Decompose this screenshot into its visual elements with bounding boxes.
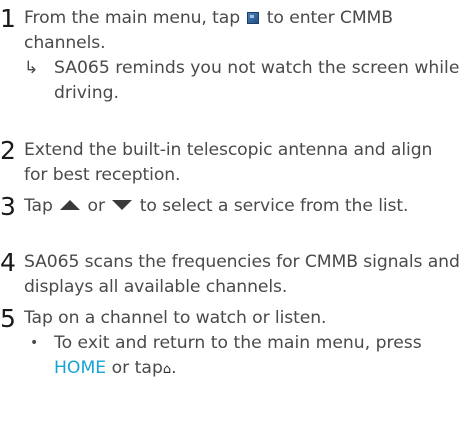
- triangle-down-icon: [112, 200, 133, 210]
- step-number: 3: [0, 192, 16, 221]
- result-text: SA065 reminds you not watch the screen w…: [54, 58, 460, 103]
- step-text: SA065 scans the frequencies for CMMB sig…: [24, 252, 460, 297]
- bullet-text-part: .: [171, 357, 177, 378]
- step-text: Tap or to select a service from the list…: [24, 194, 460, 219]
- step-number: 4: [0, 248, 16, 277]
- bullet-text-part: To exit and return to the main menu, pre…: [54, 333, 422, 353]
- result-arrow-icon: ↳: [24, 58, 39, 78]
- home-icon: ⌂: [162, 361, 172, 377]
- instruction-list: 1 From the main menu, tap to enter CMMB …: [0, 0, 461, 427]
- step-number: 5: [0, 304, 16, 333]
- home-key-label: HOME: [54, 357, 107, 378]
- step-text-part: From the main menu, tap: [24, 8, 241, 28]
- bullet-text-part: or tap: [111, 357, 163, 378]
- step-text-part: Tap: [24, 196, 53, 216]
- step-number: 1: [0, 4, 16, 33]
- triangle-up-icon: [60, 200, 81, 210]
- step-text: From the main menu, tap to enter CMMB ch…: [24, 6, 460, 55]
- step-text-part: to select a service from the list.: [139, 196, 409, 216]
- step-text: Tap on a channel to watch or listen.: [24, 308, 327, 328]
- bullet-text: To exit and return to the main menu, pre…: [54, 331, 460, 382]
- cmmb-app-icon: [247, 12, 260, 24]
- step-text: Extend the built-in telescopic antenna a…: [24, 140, 433, 185]
- step-number: 2: [0, 136, 16, 165]
- bullet-icon: •: [30, 335, 39, 351]
- step-text-part: or: [87, 196, 105, 216]
